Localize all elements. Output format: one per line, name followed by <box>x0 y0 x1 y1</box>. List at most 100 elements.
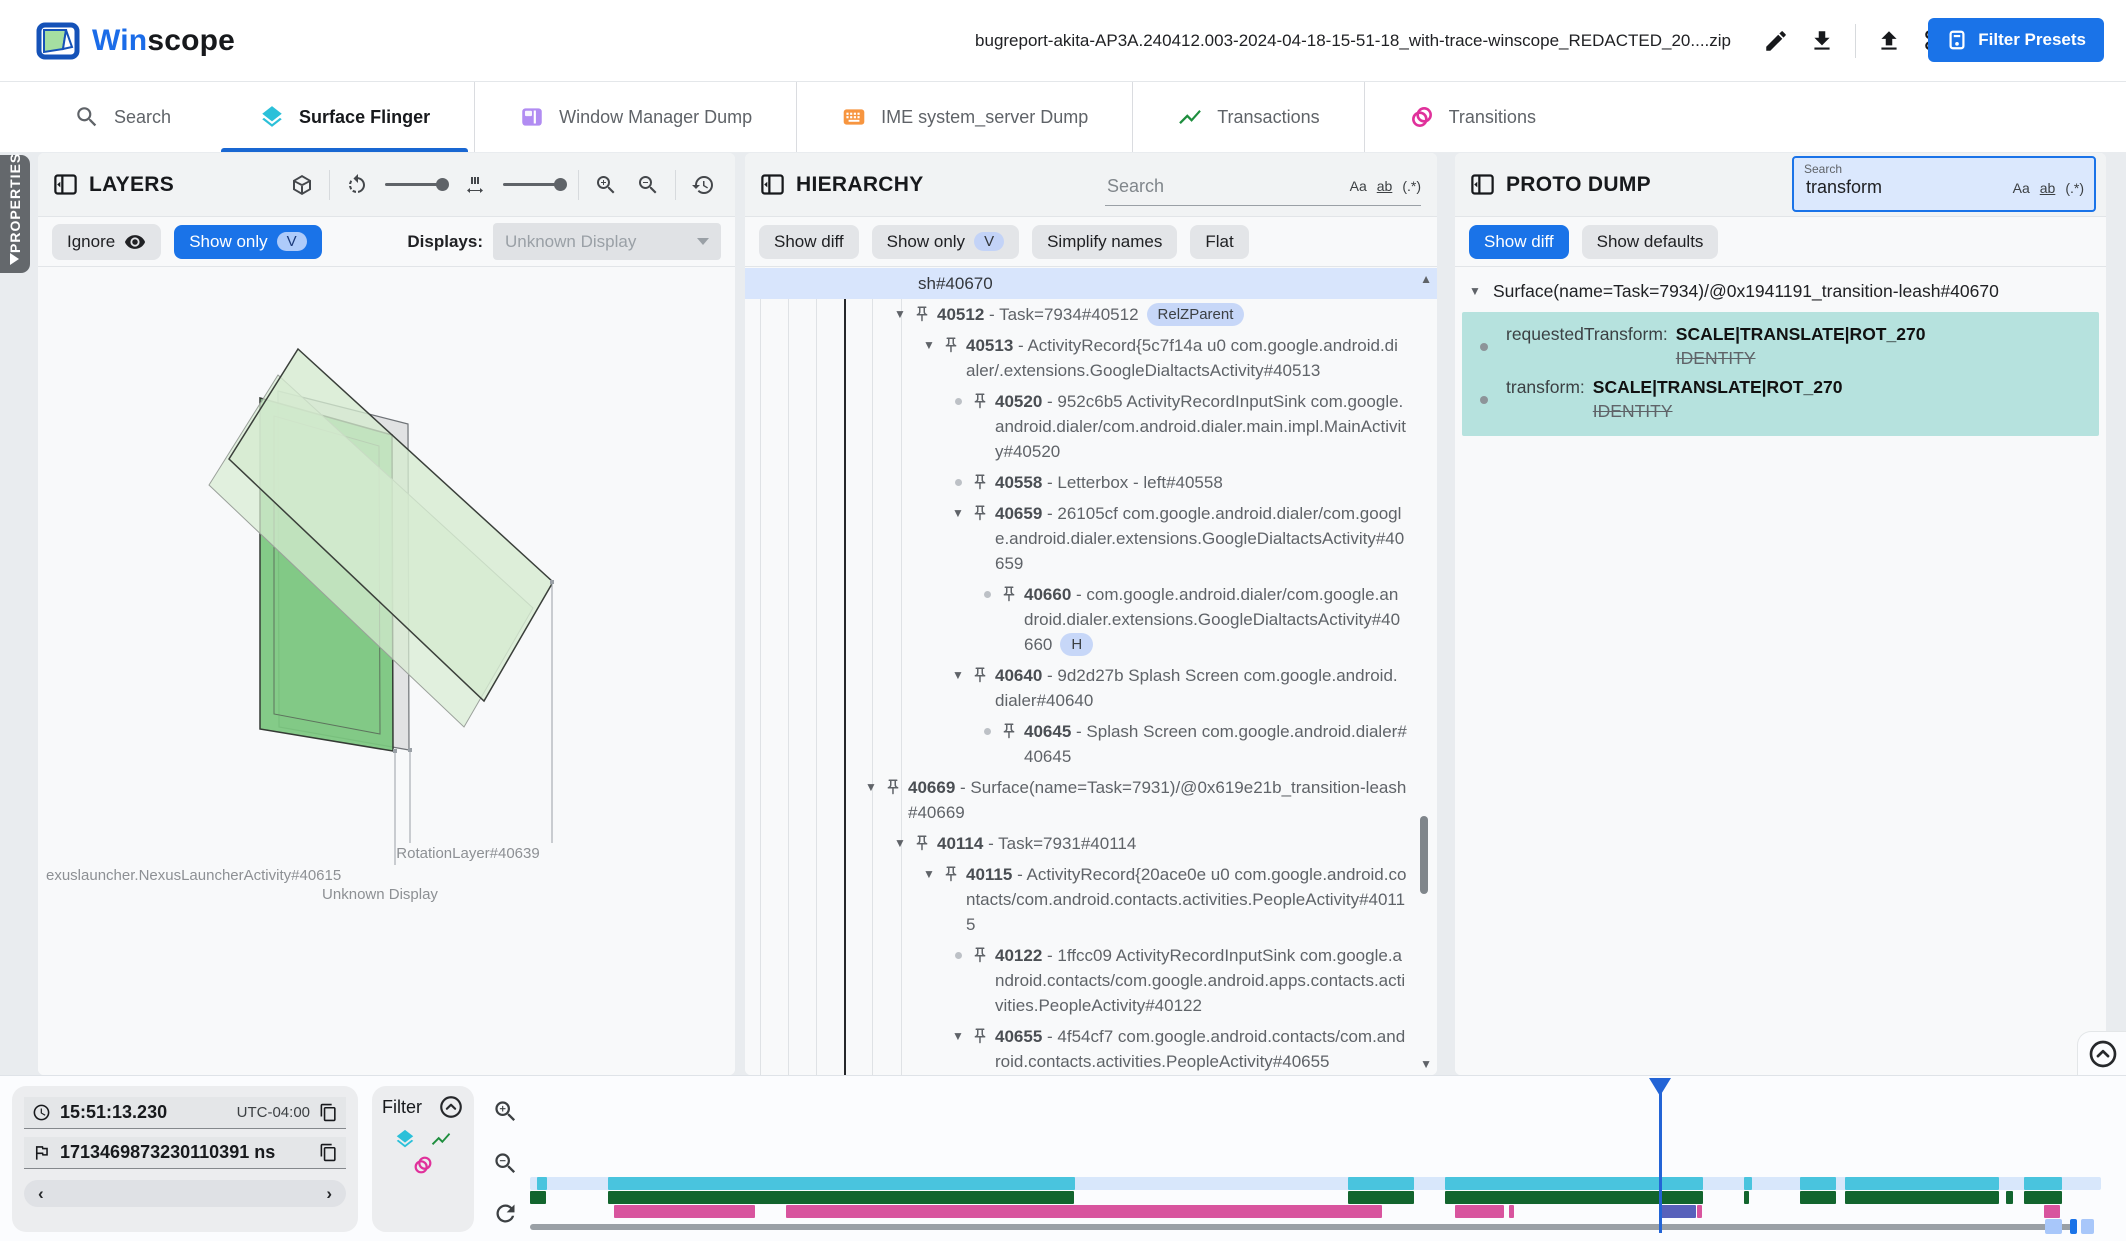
pin-icon[interactable] <box>913 302 937 323</box>
tree-row[interactable]: 40520 - 952c6b5 ActivityRecordInputSink … <box>745 386 1437 467</box>
edit-icon[interactable] <box>1753 18 1799 64</box>
tree-row[interactable]: 40558 - Letterbox - left#40558 <box>745 467 1437 498</box>
proto-property-row[interactable]: requestedTransform:SCALE|TRANSLATE|ROT_2… <box>1462 320 2099 373</box>
show-diff-button[interactable]: Show diff <box>759 225 859 259</box>
tree-row[interactable]: ▼ 40669 - Surface(name=Task=7931)/@0x619e… <box>745 772 1437 828</box>
match-word-icon[interactable]: ab <box>1377 178 1393 194</box>
collapse-node-icon[interactable]: ▼ <box>916 862 942 887</box>
pin-icon[interactable] <box>971 663 995 684</box>
rotation-slider-knob[interactable] <box>436 178 449 191</box>
collapse-node-icon[interactable]: ▼ <box>887 302 913 327</box>
transitions-segment[interactable] <box>2044 1205 2060 1218</box>
tree-row-label[interactable]: 40512 - Task=7934#40512RelZParent <box>937 302 1407 327</box>
collapse-node-icon[interactable]: ▼ <box>916 333 942 358</box>
transitions-segment[interactable] <box>1697 1205 1702 1218</box>
show-only-button[interactable]: Show only V <box>174 225 321 259</box>
collapse-panel-icon[interactable] <box>1469 171 1496 198</box>
nanosecond-time-field[interactable]: 1713469873230110391 ns <box>24 1137 346 1169</box>
tree-row-label[interactable]: 40645 - Splash Screen com.google.android… <box>1024 719 1407 769</box>
timeline-row-transitions[interactable] <box>530 1205 2106 1218</box>
collapse-node-icon[interactable]: ▼ <box>1465 279 1485 304</box>
zoom-in-icon[interactable] <box>588 167 624 203</box>
tree-row-label[interactable]: 40520 - 952c6b5 ActivityRecordInputSink … <box>995 389 1407 464</box>
zoom-out-icon[interactable] <box>630 167 666 203</box>
transactions-filter-icon[interactable] <box>430 1128 452 1150</box>
tree-row-label[interactable]: 40513 - ActivityRecord{5c7f14a u0 com.go… <box>966 333 1407 383</box>
tree-row[interactable]: ▼ 40512 - Task=7934#40512RelZParent <box>745 299 1437 330</box>
pin-icon[interactable] <box>971 943 995 964</box>
tree-row[interactable]: 40645 - Splash Screen com.google.android… <box>745 716 1437 772</box>
collapse-node-icon[interactable]: ▼ <box>945 501 971 526</box>
3d-view-icon[interactable] <box>284 167 320 203</box>
timeline-zoom-in-icon[interactable] <box>492 1098 522 1128</box>
tree-row-label[interactable]: 40640 - 9d2d27b Splash Screen com.google… <box>995 663 1407 713</box>
tree-row-label[interactable]: 40114 - Task=7931#40114 <box>937 831 1407 856</box>
tree-row[interactable]: ▼40659 - 26105cf com.google.android.dial… <box>745 498 1437 579</box>
previous-frame-button[interactable]: ‹ <box>38 1184 44 1204</box>
match-word-icon[interactable]: ab <box>2040 180 2056 196</box>
tree-row-label[interactable]: 40660 - com.google.android.dialer/com.go… <box>1024 582 1407 657</box>
timeline-reset-zoom-icon[interactable] <box>492 1200 522 1230</box>
tree-row-label[interactable]: sh#40670 <box>918 271 1407 296</box>
timeline-range-handle[interactable] <box>2081 1219 2094 1234</box>
tree-row-label[interactable]: 40558 - Letterbox - left#40558 <box>995 470 1407 495</box>
filter-presets-button[interactable]: Filter Presets <box>1928 18 2104 62</box>
upload-icon[interactable] <box>1866 18 1912 64</box>
tree-row-label[interactable]: 40669 - Surface(name=Task=7931)/@0x619e2… <box>908 775 1407 825</box>
surface-flinger-segment[interactable] <box>1744 1177 1753 1190</box>
collapse-node-icon[interactable]: ▼ <box>945 663 971 688</box>
hierarchy-search-input[interactable] <box>1105 175 1350 198</box>
simplify-names-button[interactable]: Simplify names <box>1032 225 1177 259</box>
surface-flinger-segment[interactable] <box>608 1177 1075 1190</box>
pin-icon[interactable] <box>971 389 995 410</box>
pin-icon[interactable] <box>1000 719 1024 740</box>
flat-button[interactable]: Flat <box>1190 225 1248 259</box>
human-time-field[interactable]: 15:51:13.230 UTC-04:00 <box>24 1097 346 1129</box>
regex-icon[interactable]: (.*) <box>1402 178 1421 194</box>
download-icon[interactable] <box>1799 18 1845 64</box>
match-case-icon[interactable]: Aa <box>2013 180 2030 196</box>
tab-surface-flinger[interactable]: Surface Flinger <box>215 82 474 152</box>
transitions-segment[interactable] <box>1509 1205 1514 1218</box>
show-diff-button[interactable]: Show diff <box>1469 225 1569 259</box>
surface-flinger-segment[interactable] <box>1845 1177 1999 1190</box>
tree-row[interactable]: ▼40114 - Task=7931#40114 <box>745 828 1437 859</box>
spacing-slider-knob[interactable] <box>554 178 567 191</box>
surface-flinger-segment[interactable] <box>1348 1177 1415 1190</box>
rotate-view-icon[interactable] <box>339 167 375 203</box>
tree-row[interactable]: ▼40655 - 4f54cf7 com.google.android.cont… <box>745 1021 1437 1075</box>
pin-icon[interactable] <box>942 333 966 354</box>
surface-flinger-segment[interactable] <box>2024 1177 2063 1190</box>
transactions-segment[interactable] <box>1800 1191 1836 1204</box>
collapse-panel-icon[interactable] <box>759 171 786 198</box>
tab-search[interactable]: Search <box>30 82 215 152</box>
displays-select[interactable]: Unknown Display <box>493 223 721 260</box>
tree-row[interactable]: ▼ 40513 - ActivityRecord{5c7f14a u0 com.g… <box>745 330 1437 386</box>
proto-search-input[interactable] <box>1804 176 2013 199</box>
copy-icon[interactable] <box>319 1143 338 1162</box>
show-defaults-button[interactable]: Show defaults <box>1582 225 1719 259</box>
pin-icon[interactable] <box>913 831 937 852</box>
pin-icon[interactable] <box>884 775 908 796</box>
tab-window-manager-dump[interactable]: Window Manager Dump <box>474 82 796 152</box>
spacing-slider[interactable] <box>503 183 565 186</box>
proto-property-row[interactable]: transform:SCALE|TRANSLATE|ROT_270IDENTIT… <box>1462 373 2099 426</box>
tree-row-label[interactable]: 40115 - ActivityRecord{20ace0e u0 com.go… <box>966 862 1407 937</box>
tree-row[interactable]: sh#40670 <box>745 268 1437 299</box>
tree-row[interactable]: ▼ 40115 - ActivityRecord{20ace0e u0 com.g… <box>745 859 1437 940</box>
tree-row[interactable]: 40122 - 1ffcc09 ActivityRecordInputSink … <box>745 940 1437 1021</box>
selected-transition-segment[interactable] <box>1660 1205 1696 1218</box>
next-frame-button[interactable]: › <box>326 1184 332 1204</box>
scroll-up-icon[interactable]: ▲ <box>1420 272 1432 286</box>
surface-flinger-segment[interactable] <box>1800 1177 1836 1190</box>
timeline-range-handle[interactable] <box>2070 1219 2077 1234</box>
current-timestamp-marker[interactable] <box>1659 1078 1662 1233</box>
collapse-node-icon[interactable]: ▼ <box>858 775 884 800</box>
timeline-row-transactions[interactable] <box>530 1191 2106 1204</box>
hierarchy-scrollbar-thumb[interactable] <box>1420 816 1428 894</box>
scroll-down-icon[interactable]: ▼ <box>1420 1057 1432 1071</box>
timeline-tracks[interactable] <box>530 1076 2106 1241</box>
transactions-segment[interactable] <box>530 1191 546 1204</box>
transactions-segment[interactable] <box>608 1191 1074 1204</box>
reset-view-icon[interactable] <box>685 167 721 203</box>
